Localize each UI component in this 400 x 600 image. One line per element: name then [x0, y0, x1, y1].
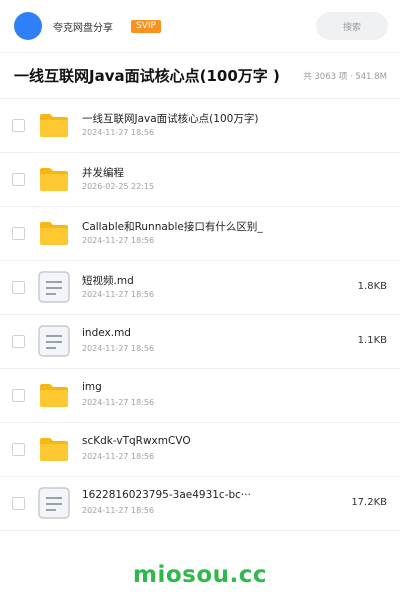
file-row[interactable]: 一线互联网Java面试核心点(100万字) 2024-11-27 18:56: [0, 99, 400, 153]
file-name: Callable和Runnable接口有什么区别_: [82, 221, 263, 233]
row-checkbox[interactable]: [12, 281, 25, 294]
document-icon: [38, 271, 70, 303]
svip-badge: SVIP: [131, 19, 161, 33]
file-name: 短视频.md: [82, 275, 134, 287]
file-list: 一线互联网Java面试核心点(100万字) 2024-11-27 18:56 并发编…: [0, 99, 400, 531]
search-button[interactable]: 搜索: [316, 12, 388, 40]
file-row[interactable]: scKdk-vTqRwxmCVO 2024-11-27 18:56: [0, 423, 400, 477]
file-date: 2024-11-27 18:56: [82, 506, 155, 515]
folder-icon: [38, 217, 70, 249]
file-row[interactable]: 并发编程 2026-02-25 22:15: [0, 153, 400, 207]
file-row[interactable]: 1622816023795-3ae4931c-bc··· 2024-11-27 1…: [0, 477, 400, 531]
avatar[interactable]: [14, 12, 42, 40]
top-bar: 夸克网盘分享 SVIP 搜索: [0, 0, 400, 52]
row-checkbox[interactable]: [12, 173, 25, 186]
folder-icon: [38, 163, 70, 195]
file-date: 2024-11-27 18:56: [82, 398, 155, 407]
document-icon: [38, 487, 70, 519]
row-checkbox[interactable]: [12, 443, 25, 456]
row-checkbox[interactable]: [12, 119, 25, 132]
document-icon: [38, 325, 70, 357]
folder-icon: [38, 433, 70, 465]
file-name: 一线互联网Java面试核心点(100万字): [82, 113, 259, 125]
file-name: index.md: [82, 327, 131, 339]
file-size: 17.2KB: [351, 497, 387, 508]
row-checkbox[interactable]: [12, 335, 25, 348]
watermark: miosou.cc: [132, 562, 268, 588]
file-name: 1622816023795-3ae4931c-bc···: [82, 489, 251, 501]
page-title: 一线互联网Java面试核心点(100万字 ): [14, 67, 280, 85]
row-checkbox[interactable]: [12, 389, 25, 402]
file-date: 2024-11-27 18:56: [82, 236, 155, 245]
file-name: scKdk-vTqRwxmCVO: [82, 435, 191, 447]
file-date: 2024-11-27 18:56: [82, 290, 155, 299]
file-date: 2024-11-27 18:56: [82, 344, 155, 353]
folder-icon: [38, 379, 70, 411]
file-name: 并发编程: [82, 167, 124, 179]
row-checkbox[interactable]: [12, 497, 25, 510]
folder-meta: 共 3063 项 · 541.8M: [303, 72, 387, 82]
folder-icon: [38, 109, 70, 141]
file-date: 2026-02-25 22:15: [82, 182, 155, 191]
file-name: img: [82, 381, 102, 393]
row-checkbox[interactable]: [12, 227, 25, 240]
file-size: 1.8KB: [357, 281, 387, 292]
username: 夸克网盘分享: [53, 22, 113, 34]
file-size: 1.1KB: [357, 335, 387, 346]
file-row[interactable]: index.md 2024-11-27 18:56 1.1KB: [0, 315, 400, 369]
file-row[interactable]: Callable和Runnable接口有什么区别_ 2024-11-27 18:5…: [0, 207, 400, 261]
file-row[interactable]: 短视频.md 2024-11-27 18:56 1.8KB: [0, 261, 400, 315]
file-date: 2024-11-27 18:56: [82, 128, 155, 137]
folder-header: 一线互联网Java面试核心点(100万字 ) 共 3063 项 · 541.8M: [0, 53, 400, 99]
file-date: 2024-11-27 18:56: [82, 452, 155, 461]
file-row[interactable]: img 2024-11-27 18:56: [0, 369, 400, 423]
